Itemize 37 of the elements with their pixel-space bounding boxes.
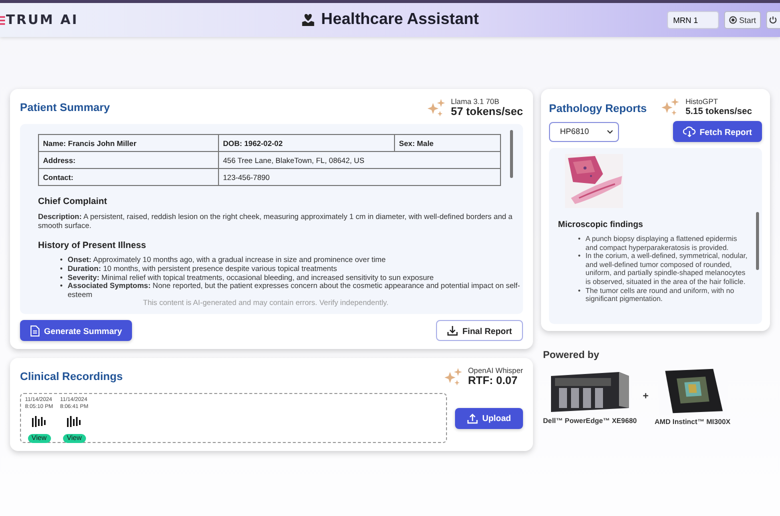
power-icon	[769, 16, 777, 24]
heart-hand-icon	[301, 13, 316, 27]
cloud-download-icon	[682, 126, 696, 137]
logo: TRUM AI	[6, 12, 78, 28]
model-speed: 57 tokens/sec	[450, 106, 523, 118]
audio-wave-icon	[66, 416, 82, 427]
section-heading: Chief Complaint	[38, 196, 108, 206]
model-speed: 5.15 tokens/sec	[685, 106, 752, 116]
powered-by-heading: Powered by	[543, 350, 600, 361]
upload-button[interactable]: Upload	[455, 408, 523, 428]
audio-wave-icon	[31, 416, 48, 427]
model-speed: RTF: 0.07	[468, 375, 518, 387]
power-button[interactable]	[766, 11, 780, 29]
fetch-report-button[interactable]: Fetch Report	[672, 121, 762, 142]
section-heading: History of Present Illness	[38, 240, 148, 250]
chevron-down-icon	[607, 130, 613, 134]
section-heading: Microscopic findings	[558, 219, 644, 229]
case-select[interactable]: HP6810	[549, 122, 619, 142]
sparkle-icon	[444, 368, 464, 386]
plus-sign: +	[642, 391, 649, 402]
document-icon	[30, 324, 40, 336]
logo-icon	[0, 16, 5, 24]
download-icon	[447, 325, 458, 336]
card-title: Clinical Recordings	[20, 370, 123, 382]
scrollbar[interactable]	[756, 212, 759, 270]
scrollbar[interactable]	[510, 130, 513, 178]
sparkle-icon	[426, 98, 447, 116]
upload-icon	[467, 412, 478, 424]
sparkle-icon	[661, 98, 682, 116]
final-report-button[interactable]: Final Report	[436, 320, 523, 341]
record-icon	[729, 16, 738, 24]
card-title: Pathology Reports	[549, 102, 647, 114]
mrn-field[interactable]: MRN 1	[667, 11, 720, 29]
app-title: Healthcare Assistant	[321, 11, 479, 29]
generate-summary-button[interactable]: Generate Summary	[20, 320, 132, 341]
card-title: Patient Summary	[20, 102, 110, 114]
start-button[interactable]: Start	[724, 11, 761, 29]
